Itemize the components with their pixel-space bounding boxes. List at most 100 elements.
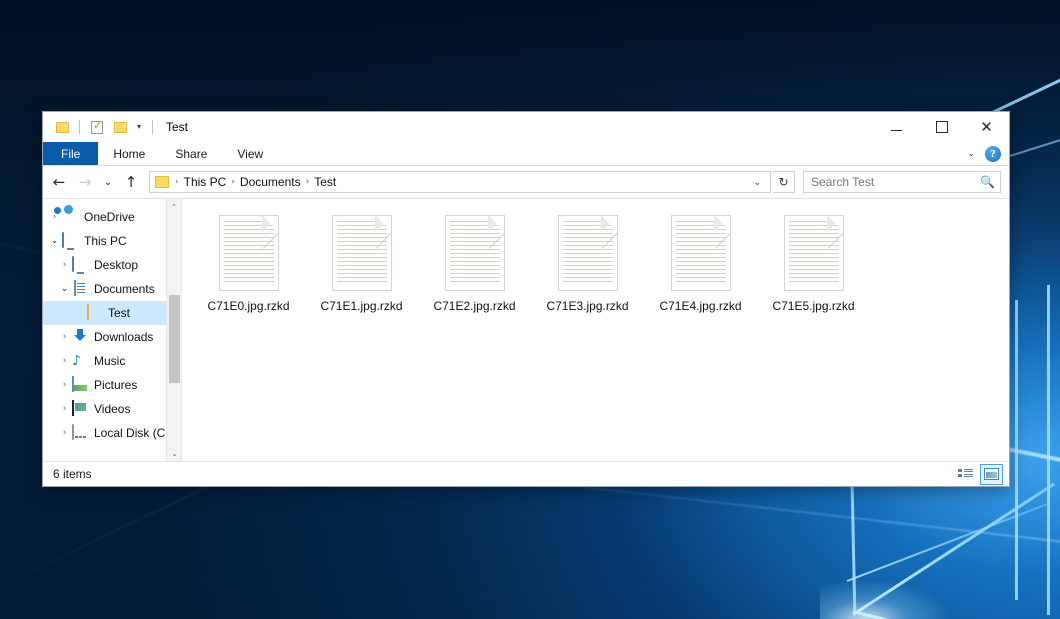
help-icon[interactable]: ?	[985, 146, 1001, 162]
search-input[interactable]	[811, 175, 980, 189]
close-button[interactable]: ✕	[964, 112, 1009, 142]
monitor-icon	[62, 233, 78, 249]
generic-file-icon	[671, 215, 731, 291]
expander-icon[interactable]: ›	[57, 260, 72, 270]
generic-file-icon	[558, 215, 618, 291]
wallpaper-logo-edge	[1015, 300, 1018, 600]
new-folder-icon[interactable]	[110, 117, 130, 137]
file-item[interactable]: C71E3.jpg.rzkd	[531, 211, 644, 329]
window-body: › OneDrive ⌄ This PC › Desktop ⌄	[43, 198, 1009, 461]
file-name: C71E4.jpg.rzkd	[659, 299, 741, 313]
expander-icon[interactable]: ⌄	[57, 284, 72, 294]
tab-home[interactable]: Home	[98, 142, 160, 165]
sidebar-item-label: This PC	[84, 234, 127, 248]
file-item[interactable]: C71E1.jpg.rzkd	[305, 211, 418, 329]
scrollbar-thumb[interactable]	[169, 295, 180, 383]
status-bar: 6 items	[43, 461, 1009, 486]
file-name: C71E1.jpg.rzkd	[320, 299, 402, 313]
downloads-icon	[72, 329, 88, 345]
disk-icon	[72, 425, 88, 441]
navigation-pane: › OneDrive ⌄ This PC › Desktop ⌄	[43, 199, 182, 461]
sidebar-item-music[interactable]: › ♪ Music	[43, 349, 181, 373]
expander-icon[interactable]: ⌄	[47, 236, 62, 246]
sidebar-item-label: Documents	[94, 282, 155, 296]
sidebar-item-pictures[interactable]: › Pictures	[43, 373, 181, 397]
desktop-icon	[72, 257, 88, 273]
sidebar-item-this-pc[interactable]: ⌄ This PC	[43, 229, 181, 253]
file-item[interactable]: C71E4.jpg.rzkd	[644, 211, 757, 329]
breadcrumb-item-test[interactable]: Test	[311, 175, 339, 189]
details-view-button[interactable]	[954, 464, 977, 485]
ribbon-tab-bar: File Home Share View ⌄ ?	[43, 142, 1009, 166]
expander-icon[interactable]: ›	[47, 212, 62, 222]
breadcrumb-item-this-pc[interactable]: This PC	[181, 175, 230, 189]
file-name: C71E3.jpg.rzkd	[546, 299, 628, 313]
file-name: C71E5.jpg.rzkd	[772, 299, 854, 313]
file-item[interactable]: C71E0.jpg.rzkd	[192, 211, 305, 329]
navigation-scrollbar[interactable]: ⌃ ⌄	[166, 199, 181, 461]
expander-icon[interactable]: ›	[57, 356, 72, 366]
back-button[interactable]: ←	[47, 170, 71, 194]
search-box[interactable]: 🔍	[803, 171, 1001, 193]
sidebar-item-label: Local Disk (C:)	[94, 426, 173, 440]
folder-icon	[155, 176, 169, 188]
folder-icon	[86, 305, 102, 321]
file-grid: C71E0.jpg.rzkd C71E1.jpg.rzkd C71E2.jpg.…	[192, 211, 1009, 329]
breadcrumb-item-documents[interactable]: Documents	[237, 175, 304, 189]
sidebar-item-label: Pictures	[94, 378, 137, 392]
chevron-down-icon[interactable]: ▾	[133, 123, 145, 131]
file-list-area[interactable]: C71E0.jpg.rzkd C71E1.jpg.rzkd C71E2.jpg.…	[182, 199, 1009, 461]
videos-icon	[72, 401, 88, 417]
refresh-icon[interactable]: ↻	[773, 171, 795, 193]
recent-locations-icon[interactable]: ⌄	[99, 170, 117, 194]
pictures-icon	[72, 377, 88, 393]
breadcrumb-separator: ›	[173, 177, 181, 187]
sidebar-item-test[interactable]: Test	[43, 301, 181, 325]
divider	[79, 120, 80, 134]
file-explorer-window: ▾ Test ✕ File Home Share View ⌄ ?	[42, 111, 1010, 487]
sidebar-item-label: Desktop	[94, 258, 138, 272]
maximize-button[interactable]	[919, 112, 964, 142]
up-button[interactable]: ↑	[119, 170, 143, 194]
large-icons-view-button[interactable]	[980, 464, 1003, 485]
expander-icon[interactable]: ›	[57, 332, 72, 342]
folder-icon[interactable]	[52, 117, 72, 137]
wallpaper-hotspot	[820, 580, 950, 619]
search-icon[interactable]: 🔍	[980, 175, 995, 189]
expander-icon[interactable]: ›	[57, 380, 72, 390]
generic-file-icon	[784, 215, 844, 291]
sidebar-item-label: Test	[108, 306, 130, 320]
scroll-up-icon[interactable]: ⌃	[167, 199, 181, 214]
scroll-down-icon[interactable]: ⌄	[167, 446, 182, 461]
generic-file-icon	[445, 215, 505, 291]
sidebar-item-local-disk[interactable]: › Local Disk (C:)	[43, 421, 181, 445]
sidebar-item-documents[interactable]: ⌄ Documents	[43, 277, 181, 301]
tab-share[interactable]: Share	[160, 142, 222, 165]
sidebar-item-desktop[interactable]: › Desktop	[43, 253, 181, 277]
tab-file[interactable]: File	[43, 142, 98, 165]
item-count-label: 6 items	[53, 467, 92, 481]
tab-view[interactable]: View	[222, 142, 278, 165]
sidebar-item-downloads[interactable]: › Downloads	[43, 325, 181, 349]
title-bar[interactable]: ▾ Test ✕	[43, 112, 1009, 142]
chevron-down-icon[interactable]: ⌄	[748, 177, 766, 188]
sidebar-item-videos[interactable]: › Videos	[43, 397, 181, 421]
sidebar-item-label: Videos	[94, 402, 130, 416]
file-item[interactable]: C71E5.jpg.rzkd	[757, 211, 870, 329]
minimize-button[interactable]	[874, 112, 919, 142]
chevron-down-icon[interactable]: ⌄	[967, 148, 975, 159]
expander-icon[interactable]: ›	[57, 404, 72, 414]
documents-icon	[72, 281, 88, 297]
cloud-icon	[62, 209, 78, 225]
file-name: C71E2.jpg.rzkd	[433, 299, 515, 313]
wallpaper-logo-edge	[1047, 285, 1050, 615]
file-item[interactable]: C71E2.jpg.rzkd	[418, 211, 531, 329]
file-name: C71E0.jpg.rzkd	[207, 299, 289, 313]
desktop: ▾ Test ✕ File Home Share View ⌄ ?	[0, 0, 1060, 619]
expander-icon[interactable]: ›	[57, 428, 72, 438]
generic-file-icon	[332, 215, 392, 291]
properties-icon[interactable]	[87, 117, 107, 137]
window-controls: ✕	[874, 112, 1009, 142]
sidebar-item-onedrive[interactable]: › OneDrive	[43, 205, 181, 229]
breadcrumb[interactable]: › This PC › Documents › Test ⌄	[149, 171, 771, 193]
